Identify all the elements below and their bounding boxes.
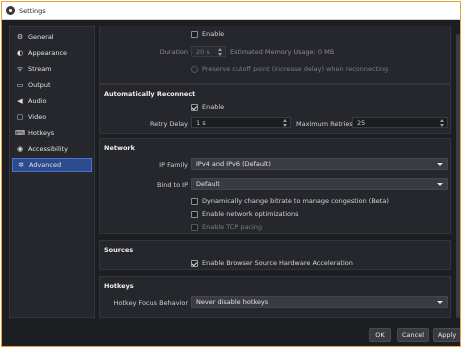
sidebar-item-appearance[interactable]: ◐ Appearance [12,46,92,60]
settings-sidebar: ⚙ General ◐ Appearance ᯤ Stream ▭ Output… [9,26,95,318]
checkbox-label: Enable [202,103,225,111]
duration-spinbox[interactable]: 20 s [191,46,226,57]
select-value: Default [196,180,220,188]
spin-arrows-icon[interactable] [282,119,288,127]
group-title: Network [104,144,135,152]
speaker-icon: ◀ [17,97,23,105]
advanced-settings-panel: Enable Duration 20 s Estimated Memory Us… [97,26,453,322]
sidebar-item-label: Accessibility [28,145,68,153]
max-retries-value: 25 [357,118,366,127]
stream-delay-group: Enable Duration 20 s Estimated Memory Us… [99,26,451,84]
window-title: Settings [19,7,46,15]
duration-value: 20 s [196,47,210,56]
sidebar-item-label: Audio [28,97,47,105]
title-bar: Settings [2,2,460,20]
group-title: Automatically Reconnect [104,90,196,98]
cancel-button[interactable]: Cancel [397,328,429,342]
hotkey-focus-label: Hotkey Focus Behavior [113,299,188,307]
bind-ip-label: Bind to IP [156,181,188,189]
hotkey-focus-select[interactable]: Never disable hotkeys [191,296,448,308]
keyboard-icon: ⌨ [14,129,26,137]
broadcast-icon: ᯤ [16,64,24,73]
sidebar-item-label: Appearance [28,49,68,57]
chevron-down-icon [437,301,443,304]
monitor-icon: ▢ [16,113,24,121]
memory-usage-text: Estimated Memory Usage: 0 MB [230,48,335,56]
obs-logo-icon [6,6,15,15]
checkbox-label: Dynamically change bitrate to manage con… [202,197,389,205]
sidebar-item-advanced[interactable]: ✲ Advanced [12,158,92,172]
group-title: Hotkeys [104,282,134,290]
group-title: Sources [104,246,134,254]
checkbox-box [191,197,198,205]
sidebar-item-label: Stream [28,65,52,73]
checkbox-box [191,210,198,218]
dynamic-bitrate-checkbox[interactable]: Dynamically change bitrate to manage con… [191,197,389,205]
delay-enable-checkbox[interactable]: Enable [191,30,224,38]
checkbox-box [191,103,198,111]
sidebar-item-audio[interactable]: ◀ Audio [12,94,92,108]
checkbox-label: Enable TCP pacing [202,223,263,231]
network-optimizations-checkbox[interactable]: Enable network optimizations [191,210,299,218]
hotkeys-group: Hotkeys Hotkey Focus Behavior Never disa… [99,276,451,318]
wrench-icon: ✲ [18,161,24,169]
sidebar-item-label: General [28,33,54,41]
accessibility-icon: ◉ [16,145,24,153]
spin-arrows-icon[interactable] [439,119,445,127]
max-retries-label: Maximum Retries [296,120,353,128]
retry-delay-label: Retry Delay [150,120,188,128]
sidebar-item-label: Video [28,113,47,121]
tcp-pacing-checkbox[interactable]: Enable TCP pacing [191,223,262,231]
settings-window: Settings ⚙ General ◐ Appearance ᯤ Stream… [1,1,461,347]
preserve-cutoff-radio[interactable]: Preserve cutoff point (increase delay) w… [191,65,388,73]
checkbox-box [191,223,198,231]
palette-icon: ◐ [16,49,24,57]
browser-hw-accel-checkbox[interactable]: Enable Browser Source Hardware Accelerat… [191,259,353,267]
sidebar-item-hotkeys[interactable]: ⌨ Hotkeys [12,126,92,140]
checkbox-label: Enable Browser Source Hardware Accelerat… [202,259,353,267]
radio-label: Preserve cutoff point (increase delay) w… [202,65,389,73]
sidebar-item-label: Hotkeys [28,129,55,137]
sidebar-item-label: Advanced [29,161,62,169]
chevron-down-icon [437,163,443,166]
reconnect-enable-checkbox[interactable]: Enable [191,103,224,111]
output-icon: ▭ [16,81,24,89]
sidebar-item-output[interactable]: ▭ Output [12,78,92,92]
scrollbar-thumb[interactable] [456,34,460,318]
apply-button[interactable]: Apply [433,328,460,342]
sidebar-item-video[interactable]: ▢ Video [12,110,92,124]
checkbox-label: Enable network optimizations [202,210,299,218]
sidebar-item-general[interactable]: ⚙ General [12,30,92,44]
max-retries-spinbox[interactable]: 25 [352,117,448,128]
select-value: IPv4 and IPv6 (Default) [196,160,271,168]
auto-reconnect-group: Automatically Reconnect Enable Retry Del… [99,84,451,134]
content-scrollbar[interactable] [455,26,460,322]
retry-delay-spinbox[interactable]: 1 s [191,117,291,128]
ip-family-select[interactable]: IPv4 and IPv6 (Default) [191,158,448,170]
radio-circle [191,65,198,73]
select-value: Never disable hotkeys [196,298,269,306]
ok-button[interactable]: OK [369,328,391,342]
gear-icon: ⚙ [16,33,24,41]
duration-label: Duration [159,48,188,56]
sidebar-item-stream[interactable]: ᯤ Stream [12,62,92,76]
retry-delay-value: 1 s [196,118,206,127]
network-group: Network IP Family IPv4 and IPv6 (Default… [99,138,451,234]
sidebar-item-accessibility[interactable]: ◉ Accessibility [12,142,92,156]
checkbox-label: Enable [202,30,225,38]
ip-family-label: IP Family [159,161,188,169]
bind-ip-select[interactable]: Default [191,178,448,190]
spin-arrows-icon[interactable] [217,48,223,56]
chevron-down-icon [437,183,443,186]
sidebar-item-label: Output [28,81,51,89]
sources-group: Sources Enable Browser Source Hardware A… [99,240,451,270]
checkbox-box [191,259,198,267]
checkbox-box [191,30,198,38]
